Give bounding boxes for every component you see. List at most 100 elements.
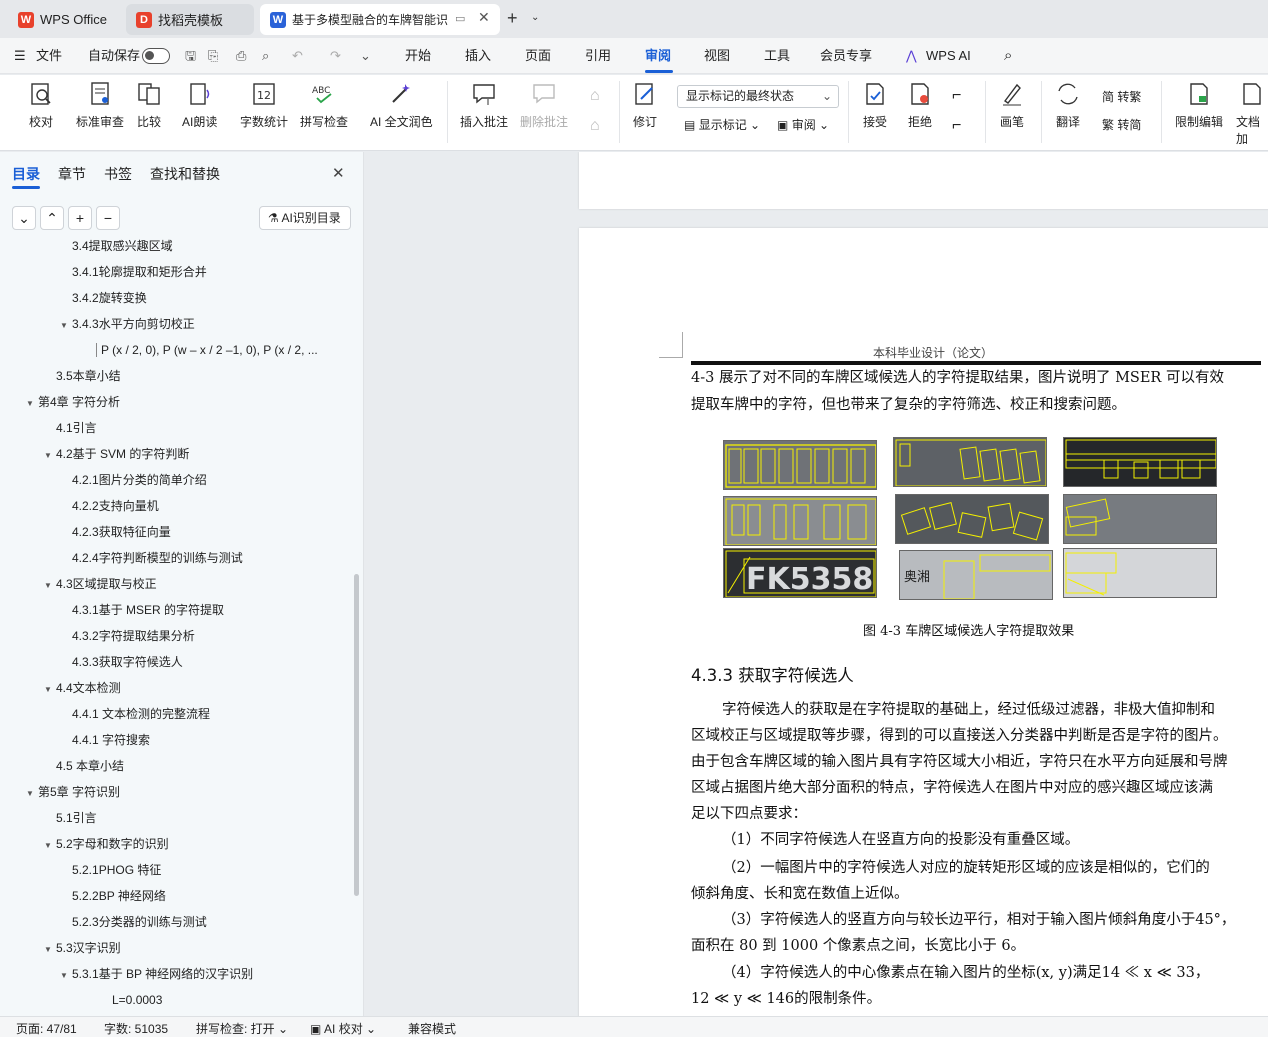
menu-insert[interactable]: 插入 <box>465 38 491 74</box>
page-indicator[interactable]: 页面: 47/81 <box>16 1020 77 1037</box>
tab-wps-office[interactable]: W WPS Office <box>8 4 120 35</box>
close-tab-icon[interactable]: ✕ <box>478 9 490 26</box>
track-changes-button[interactable]: 修订 <box>632 81 658 130</box>
tab-template[interactable]: D 找稻壳模板 <box>126 4 254 35</box>
doc-encrypt-button[interactable]: 文档加 <box>1236 81 1268 147</box>
search-icon[interactable]: ⌕ <box>1004 38 1012 74</box>
ai-polish-button[interactable]: AI 全文润色 <box>370 81 433 130</box>
toc-item[interactable]: 4.4.1 字符搜索 <box>0 727 350 753</box>
new-tab-icon[interactable]: + <box>507 8 518 29</box>
print-preview-icon[interactable]: ⌕ <box>262 38 269 74</box>
share-icon[interactable]: ⎘ <box>208 38 218 74</box>
reject-button[interactable]: 拒绝 <box>907 81 933 130</box>
tab-find-replace[interactable]: 查找和替换 <box>150 164 220 184</box>
expand-triangle-icon[interactable]: ▼ <box>44 937 56 961</box>
toc-item[interactable]: L=0.0003 <box>0 987 350 1013</box>
accept-button[interactable]: 接受 <box>862 81 888 130</box>
next-comment-icon[interactable]: ⌂ <box>590 117 600 135</box>
delete-comment-button[interactable]: 删除批注 <box>520 81 568 130</box>
tab-chapters[interactable]: 章节 <box>58 164 86 184</box>
prev-change-icon[interactable]: ⌐ <box>952 87 961 105</box>
toc-item[interactable]: 4.1引言 <box>0 415 350 441</box>
toc-item[interactable]: ▼ 3.4.3水平方向剪切校正 <box>0 311 350 337</box>
spell-check-button[interactable]: ABC 拼写检查 <box>300 81 348 130</box>
prev-comment-icon[interactable]: ⌂ <box>590 87 600 105</box>
toc-item[interactable]: 4.3.1基于 MSER 的字符提取 <box>0 597 350 623</box>
proofread-button[interactable]: 校对 <box>28 81 54 130</box>
toc-item[interactable]: 3.5本章小结 <box>0 363 350 389</box>
hamburger-icon[interactable]: ☰ <box>14 38 26 74</box>
toc-item[interactable]: P (x / 2, 0), P (w – x / 2 –1, 0), P (x … <box>0 337 350 363</box>
compare-button[interactable]: 比较 <box>136 81 162 130</box>
toc-item[interactable]: 4.5 本章小结 <box>0 753 350 779</box>
toc-item[interactable]: 4.3.2字符提取结果分析 <box>0 623 350 649</box>
std-review-button[interactable]: 标准审查 <box>76 81 124 130</box>
toc-item[interactable]: 4.4.1 文本检测的完整流程 <box>0 701 350 727</box>
close-pane-icon[interactable]: ✕ <box>332 164 345 182</box>
toc-item[interactable]: ▼ 4.2基于 SVM 的字符判断 <box>0 441 350 467</box>
collapse-all-button[interactable]: ⌄ <box>12 206 36 230</box>
window-icon[interactable]: ▭ <box>455 12 465 25</box>
toc-item[interactable]: ▼ 5.3.1基于 BP 神经网络的汉字识别 <box>0 961 350 987</box>
insert-comment-button[interactable]: 插入批注 <box>460 81 508 130</box>
redo-icon[interactable]: ↷ <box>330 38 341 74</box>
to-traditional-button[interactable]: 简 转繁 <box>1102 88 1141 105</box>
tab-document[interactable]: W 基于多模型融合的车牌智能识 ▭ ✕ <box>260 4 500 35</box>
remove-heading-button[interactable]: − <box>96 206 120 230</box>
expand-triangle-icon[interactable]: ▼ <box>44 573 56 597</box>
spell-check-status[interactable]: 拼写检查: 打开 ⌄ <box>196 1020 288 1037</box>
toc-item[interactable]: ▼ 4.4文本检测 <box>0 675 350 701</box>
toc-item[interactable]: 3.4.1轮廓提取和矩形合并 <box>0 259 350 285</box>
ai-read-button[interactable]: AI朗读 <box>182 81 217 130</box>
toc-item[interactable]: 4.2.1图片分类的简单介绍 <box>0 467 350 493</box>
toc-item[interactable]: 4.3.3获取字符候选人 <box>0 649 350 675</box>
toc-item[interactable]: 4.2.2支持向量机 <box>0 493 350 519</box>
toc-item[interactable]: ▼ 4.3区域提取与校正 <box>0 571 350 597</box>
file-menu[interactable]: 文件 <box>36 38 62 74</box>
expand-triangle-icon[interactable]: ▼ <box>26 781 38 805</box>
ai-check-status[interactable]: ▣ AI 校对 ⌄ <box>310 1020 376 1037</box>
toc-item[interactable]: 3.4.2旋转变换 <box>0 285 350 311</box>
expand-up-button[interactable]: ⌃ <box>40 206 64 230</box>
toc-item[interactable]: ▼ 第4章 字符分析 <box>0 389 350 415</box>
menu-tools[interactable]: 工具 <box>764 38 790 74</box>
expand-triangle-icon[interactable]: ▼ <box>26 391 38 415</box>
toc-item[interactable]: ▼ 5.2字母和数字的识别 <box>0 831 350 857</box>
expand-triangle-icon[interactable]: ▼ <box>60 313 72 337</box>
toc-item[interactable]: 5.2.3分类器的训练与测试 <box>0 909 350 935</box>
print-icon[interactable]: ⎙ <box>236 38 246 74</box>
tab-list-chevron-icon[interactable]: ⌄ <box>531 12 539 23</box>
ai-toc-button[interactable]: ⚗ AI识别目录 <box>259 206 351 230</box>
autosave-toggle[interactable] <box>142 48 170 64</box>
menu-view[interactable]: 视图 <box>704 38 730 74</box>
markup-mode-select[interactable]: 显示标记的最终状态 ⌄ <box>677 85 839 108</box>
expand-triangle-icon[interactable]: ▼ <box>44 677 56 701</box>
toc-item[interactable]: 4.2.4字符判断模型的训练与测试 <box>0 545 350 571</box>
to-simplified-button[interactable]: 繁 转简 <box>1102 116 1141 133</box>
toc-item[interactable]: 5.2.2BP 神经网络 <box>0 883 350 909</box>
restrict-edit-button[interactable]: 限制编辑 <box>1175 81 1223 130</box>
toc-scrollbar[interactable] <box>354 574 359 896</box>
save-icon[interactable]: 🖫 <box>185 38 196 74</box>
tab-toc[interactable]: 目录 <box>12 164 40 184</box>
menu-wps-ai[interactable]: WPS AI <box>926 38 971 74</box>
toc-item[interactable]: 4.2.3获取特征向量 <box>0 519 350 545</box>
toc-item[interactable]: ▼ 第5章 字符识别 <box>0 779 350 805</box>
next-change-icon[interactable]: ⌐ <box>952 117 961 135</box>
review-pane-button[interactable]: ▣ 审阅 ⌄ <box>777 116 829 133</box>
word-count-button[interactable]: 12 字数统计 <box>240 81 288 130</box>
menu-reference[interactable]: 引用 <box>585 38 611 74</box>
expand-triangle-icon[interactable]: ▼ <box>60 963 72 987</box>
menu-member[interactable]: 会员专享 <box>820 38 872 74</box>
expand-triangle-icon[interactable]: ▼ <box>44 833 56 857</box>
word-count-indicator[interactable]: 字数: 51035 <box>104 1020 168 1037</box>
toc-item[interactable]: 5.1引言 <box>0 805 350 831</box>
show-markup-button[interactable]: ▤ 显示标记 ⌄ <box>684 116 760 133</box>
expand-triangle-icon[interactable]: ▼ <box>44 443 56 467</box>
menu-review[interactable]: 审阅 <box>645 38 671 74</box>
tab-bookmarks[interactable]: 书签 <box>104 164 132 184</box>
undo-icon[interactable]: ↶ <box>292 38 303 74</box>
menu-home[interactable]: 开始 <box>405 38 431 74</box>
more-chevron-icon[interactable]: ⌄ <box>360 38 371 74</box>
translate-button[interactable]: 翻译 <box>1055 81 1081 130</box>
